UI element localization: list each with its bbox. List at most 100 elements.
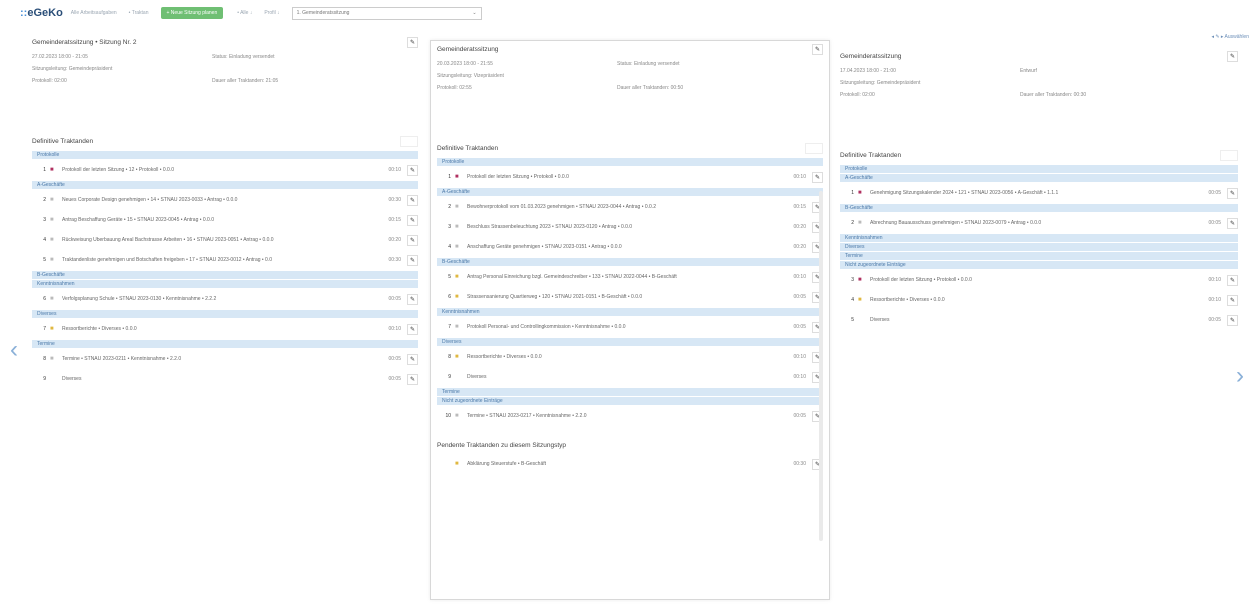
agenda-item[interactable]: 2 ■ Bewohnerprotokoll vom 01.03.2023 geneh… — [431, 197, 829, 217]
edit-icon[interactable]: ✎ — [1227, 314, 1238, 326]
edit-icon[interactable]: ✎ — [407, 373, 418, 385]
item-number: 2 — [43, 197, 46, 203]
meta-field: Sitzungsleitung: Gemeindepräsident — [840, 80, 921, 86]
status-square-icon — [858, 317, 864, 323]
item-duration: 00:10 — [1208, 297, 1221, 303]
agenda-item[interactable]: 1 ■ Genehmigung Sitzungskalender 2024 • 12… — [834, 183, 1244, 203]
agenda-item[interactable]: 5 ■ Traktandenliste genehmigen und Botscha… — [26, 250, 424, 270]
category-header: Kenntnisnahmen — [840, 234, 1238, 242]
edit-icon[interactable]: ✎ — [1227, 50, 1238, 62]
category-header: Diverses — [840, 243, 1238, 251]
agenda-item[interactable]: 3 ■ Protokoll der letzten Sitzung • Protok… — [834, 270, 1244, 290]
agenda-item[interactable]: 1 ■ Protokoll der letzten Sitzung • Protok… — [431, 167, 829, 187]
add-button[interactable] — [1220, 149, 1238, 161]
section-label: Pendente Traktanden zu diesem Sitzungsty… — [437, 441, 566, 449]
status-square-icon: ■ — [455, 274, 459, 280]
all-tasks-link[interactable]: Alle Arbeitsaufgaben — [71, 10, 117, 16]
category-header: A-Geschäfte — [437, 188, 823, 196]
meeting-type-select[interactable]: 1. Gemeinderatssitzung ⌄ — [291, 6, 482, 20]
agenda-item[interactable]: 5 ■ Antrag Personal Einreichung bzgl. Geme… — [431, 267, 829, 287]
item-number: 6 — [448, 294, 451, 300]
category-header: Kenntnisnahmen — [437, 308, 823, 316]
category-header: Protokolle — [840, 165, 1238, 173]
category-header: Diverses — [32, 310, 418, 318]
item-duration: 00:30 — [388, 197, 401, 203]
edit-icon[interactable]: ✎ — [407, 353, 418, 365]
item-duration: 00:05 — [388, 356, 401, 362]
item-number: 8 — [43, 356, 46, 362]
category-header: B-Geschäfte — [840, 204, 1238, 212]
edit-icon[interactable]: ✎ — [1227, 187, 1238, 199]
agenda-item[interactable]: 8 ■ Termine • STNAU 2023-0211 • Kenntnisna… — [26, 349, 424, 369]
app-logo[interactable]: ::eGeKo — [20, 7, 63, 19]
agenda-item[interactable]: 10 ■ Termine • STNAU 2023-0217 • Kenntnisn… — [431, 406, 829, 426]
meta-field — [212, 66, 392, 72]
nav-profile-dropdown[interactable]: Profil ↓ — [264, 10, 279, 16]
meta-field: Dauer aller Traktanden: 00:50 — [617, 85, 684, 91]
add-button[interactable] — [400, 135, 418, 147]
agenda-item[interactable]: 3 ■ Antrag Beschaffung Geräte • 15 • STNAU… — [26, 210, 424, 230]
edit-icon[interactable]: ✎ — [407, 234, 418, 246]
edit-icon[interactable]: ✎ — [407, 323, 418, 335]
edit-icon[interactable]: ✎ — [407, 254, 418, 266]
item-duration: 00:10 — [793, 374, 806, 380]
item-title: Termine • STNAU 2023-0217 • Kenntnisnahm… — [467, 413, 587, 419]
prev-arrow-icon[interactable]: ‹ — [10, 336, 18, 364]
view-controls[interactable]: ◂ ✎ ▸ Auswählen — [1211, 34, 1249, 40]
edit-icon[interactable]: ✎ — [812, 43, 823, 55]
edit-icon[interactable]: ✎ — [407, 214, 418, 226]
scrollbar[interactable] — [819, 191, 823, 541]
status-square-icon: ■ — [455, 224, 459, 230]
agenda-item[interactable]: 2 ■ Neues Corporate Design genehmigen • 14… — [26, 190, 424, 210]
item-number: 8 — [448, 354, 451, 360]
meta-field: 20.03.2023 18:00 - 21:55 — [437, 61, 493, 67]
agenda-item[interactable]: 2 ■ Abrechnung Bauausschuss genehmigen • S… — [834, 213, 1244, 233]
edit-icon[interactable]: ✎ — [407, 293, 418, 305]
item-number: 4 — [43, 237, 46, 243]
agenda-item[interactable]: 4 ■ Ressortberichte • Diverses • 0.0.0 00:1… — [834, 290, 1244, 310]
nav-all-dropdown[interactable]: • Alle ↓ — [237, 10, 252, 16]
agenda-item[interactable]: 6 ■ Strassensanierung Quartierweg • 120 • … — [431, 287, 829, 307]
agenda-item[interactable]: 7 ■ Ressortberichte • Diverses • 0.0.0 00:1… — [26, 319, 424, 339]
agenda-item[interactable]: 7 ■ Protokoll Personal- und Controllingkom… — [431, 317, 829, 337]
meta-field: Entwurf — [1020, 68, 1037, 74]
add-button[interactable] — [805, 142, 823, 154]
agenda-item[interactable]: ■ Abklärung Steuerstufe • B-Geschäft 00:30… — [431, 454, 829, 474]
edit-icon[interactable]: ✎ — [1227, 274, 1238, 286]
agenda-item[interactable]: 9 Diverses 00:10 ✎ — [431, 367, 829, 387]
section-label: Definitive Traktanden — [840, 151, 902, 159]
agenda-item[interactable]: 4 ■ Anschaffung Geräte genehmigen • STNAU … — [431, 237, 829, 257]
agenda-item[interactable]: 8 ■ Ressortberichte • Diverses • 0.0.0 00:1… — [431, 347, 829, 367]
edit-icon[interactable]: ✎ — [407, 36, 418, 48]
item-duration: 00:05 — [1208, 190, 1221, 196]
edit-icon[interactable]: ✎ — [812, 171, 823, 183]
next-arrow-icon[interactable]: › — [1236, 362, 1244, 390]
meta-field: Status: Einladung versendet — [617, 61, 680, 67]
item-title: Abrechnung Bauausschuss genehmigen • STN… — [870, 220, 1042, 226]
edit-icon[interactable]: ✎ — [407, 164, 418, 176]
panel-header: Gemeinderatssitzung ✎ — [834, 48, 1244, 64]
item-number: 1 — [851, 190, 854, 196]
item-number: 3 — [851, 277, 854, 283]
edit-icon[interactable]: ✎ — [1227, 294, 1238, 306]
item-duration: 00:20 — [388, 237, 401, 243]
edit-icon[interactable]: ✎ — [1227, 217, 1238, 229]
meta-field: Status: Einladung versendet — [212, 54, 275, 60]
item-duration: 00:10 — [388, 326, 401, 332]
agenda-item[interactable]: 4 ■ Rückweisung Überbauung Areal Bachstras… — [26, 230, 424, 250]
item-number: 3 — [43, 217, 46, 223]
status-square-icon: ■ — [455, 324, 459, 330]
agenda-item[interactable]: 1 ■ Protokoll der letzten Sitzung • 12 • P… — [26, 160, 424, 180]
agenda-item[interactable]: 3 ■ Beschluss Strassenbeleuchtung 2023 • S… — [431, 217, 829, 237]
meeting-meta: 27.02.2023 18:00 - 21:05 Status: Einladun… — [26, 50, 424, 88]
agenda-item[interactable]: 6 ■ Verfolgsplanung Schule • STNAU 2023-01… — [26, 289, 424, 309]
edit-icon[interactable]: ✎ — [407, 194, 418, 206]
status-square-icon: ■ — [455, 174, 459, 180]
item-number: 9 — [43, 376, 46, 382]
nav-traktanden[interactable]: • Traktan — [129, 10, 149, 16]
status-square-icon: ■ — [455, 204, 459, 210]
item-number: 4 — [448, 244, 451, 250]
new-meeting-button[interactable]: + Neue Sitzung planen — [160, 7, 224, 19]
agenda-item[interactable]: 9 Diverses 00:05 ✎ — [26, 369, 424, 389]
agenda-item[interactable]: 5 Diverses 00:05 ✎ — [834, 310, 1244, 330]
